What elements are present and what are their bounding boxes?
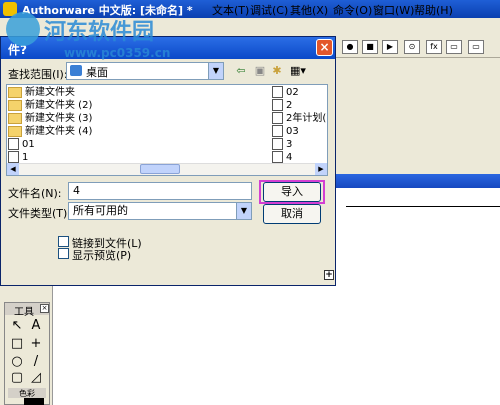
- functions-icon[interactable]: fx: [426, 40, 442, 54]
- folder-icon: [8, 112, 22, 124]
- menu-text[interactable]: 文本(T): [212, 2, 249, 18]
- list-item[interactable]: 新建文件夹 (3): [8, 112, 208, 125]
- link-to-file-checkbox[interactable]: [58, 236, 69, 247]
- file-icon: [272, 99, 283, 111]
- list-item-label: 新建文件夹 (3): [25, 113, 93, 124]
- file-icon: [272, 125, 283, 137]
- list-item[interactable]: 新建文件夹 (4): [8, 125, 208, 138]
- list-item[interactable]: 01: [8, 138, 208, 151]
- workspace-divider: [52, 286, 53, 405]
- filename-label: 文件名(N):: [8, 187, 62, 200]
- expand-button[interactable]: +: [324, 270, 334, 280]
- list-item-label: 2: [286, 100, 293, 111]
- list-item[interactable]: 新建文件夹: [8, 86, 208, 99]
- watermark-text: 河东软件园: [44, 20, 155, 45]
- watermark-logo-icon: [6, 12, 40, 46]
- folder-icon: [8, 99, 22, 111]
- folder-icon: [8, 86, 22, 98]
- file-icon: [272, 86, 283, 98]
- play-icon[interactable]: ▶: [382, 40, 398, 54]
- pointer-tool-icon[interactable]: ↖: [8, 318, 26, 334]
- rectangle-tool-icon[interactable]: □: [8, 336, 26, 352]
- list-item-label: 新建文件夹: [25, 87, 75, 98]
- list-item-label: 4: [286, 152, 293, 163]
- scrollbar-thumb[interactable]: [140, 164, 180, 174]
- color-swatch[interactable]: [24, 398, 44, 405]
- file-list-column-left: 新建文件夹 新建文件夹 (2) 新建文件夹 (3) 新建文件夹 (4) 01 1: [8, 86, 208, 164]
- crosshair-tool-icon[interactable]: +: [27, 336, 45, 352]
- back-icon[interactable]: ⇦: [233, 63, 249, 79]
- chevron-down-icon[interactable]: ▼: [208, 63, 223, 79]
- scroll-right-icon[interactable]: ▶: [315, 163, 327, 175]
- knowledge-objects-icon[interactable]: ▭: [468, 40, 484, 54]
- polygon-tool-icon[interactable]: ◿: [27, 370, 45, 386]
- list-item[interactable]: 03: [272, 125, 326, 138]
- tools-palette-title: 工具: [14, 307, 34, 318]
- text-tool-icon[interactable]: A: [27, 318, 45, 334]
- list-item-label: 2年计划(: [286, 113, 326, 124]
- workspace-background: [336, 58, 500, 174]
- ellipse-tool-icon[interactable]: ○: [8, 354, 26, 370]
- design-window-title-bar: [336, 174, 500, 188]
- show-preview-checkbox[interactable]: [58, 248, 69, 259]
- file-icon: [272, 151, 283, 163]
- close-icon[interactable]: ×: [40, 304, 49, 313]
- line-tool-icon[interactable]: /: [27, 354, 45, 370]
- list-item[interactable]: 3: [272, 138, 326, 151]
- rounded-rectangle-tool-icon[interactable]: ▢: [8, 370, 26, 386]
- stop-icon[interactable]: ■: [362, 40, 378, 54]
- menu-debug[interactable]: 调试(C): [250, 2, 288, 18]
- list-item[interactable]: 02: [272, 86, 326, 99]
- list-item-label: 02: [286, 87, 299, 98]
- menu-other[interactable]: 其他(X): [290, 2, 328, 18]
- desktop-icon: [70, 65, 82, 76]
- new-folder-icon[interactable]: ✱: [269, 63, 285, 79]
- list-item[interactable]: 新建文件夹 (2): [8, 99, 208, 112]
- scroll-left-icon[interactable]: ◀: [7, 163, 19, 175]
- flow-line: [346, 206, 500, 207]
- menu-window[interactable]: 窗口(W): [373, 2, 414, 18]
- filetype-label: 文件类型(T):: [8, 207, 72, 220]
- up-folder-icon[interactable]: ▣: [252, 63, 268, 79]
- file-icon: [272, 138, 283, 150]
- control-panel-icon[interactable]: ⊙: [404, 40, 420, 54]
- file-icon: [8, 151, 19, 163]
- list-item-label: 新建文件夹 (4): [25, 126, 93, 137]
- menu-help[interactable]: 帮助(H): [414, 2, 453, 18]
- chevron-down-icon[interactable]: ▼: [236, 203, 251, 219]
- highlight-box: [259, 180, 325, 204]
- show-preview-label: 显示预览(P): [72, 249, 132, 262]
- folder-icon: [8, 125, 22, 137]
- dialog-close-button[interactable]: ×: [316, 39, 333, 56]
- record-icon[interactable]: ●: [342, 40, 358, 54]
- filename-input[interactable]: 4: [68, 182, 252, 200]
- variables-icon[interactable]: ▭: [446, 40, 462, 54]
- list-item-label: 03: [286, 126, 299, 137]
- list-item-label: 1: [22, 152, 29, 163]
- look-in-value: 桌面: [86, 66, 108, 79]
- filetype-select[interactable]: 所有可用的: [68, 202, 252, 220]
- menu-command[interactable]: 命令(O): [333, 2, 372, 18]
- file-icon: [8, 138, 19, 150]
- list-item[interactable]: 2: [272, 99, 326, 112]
- file-icon: [272, 112, 283, 124]
- look-in-label: 查找范围(I):: [8, 68, 68, 81]
- list-item[interactable]: 2年计划(: [272, 112, 326, 125]
- design-window[interactable]: [336, 188, 500, 405]
- list-item-label: 3: [286, 139, 293, 150]
- cancel-button[interactable]: 取消: [263, 204, 321, 224]
- view-menu-icon[interactable]: ▦▾: [287, 63, 309, 79]
- list-item-label: 01: [22, 139, 35, 150]
- watermark-url: www.pc0359.cn: [64, 46, 171, 60]
- file-list-column-right: 02 2 2年计划( 03 3 4: [272, 86, 326, 164]
- list-item-label: 新建文件夹 (2): [25, 100, 93, 111]
- color-section-label: 色彩: [8, 388, 46, 398]
